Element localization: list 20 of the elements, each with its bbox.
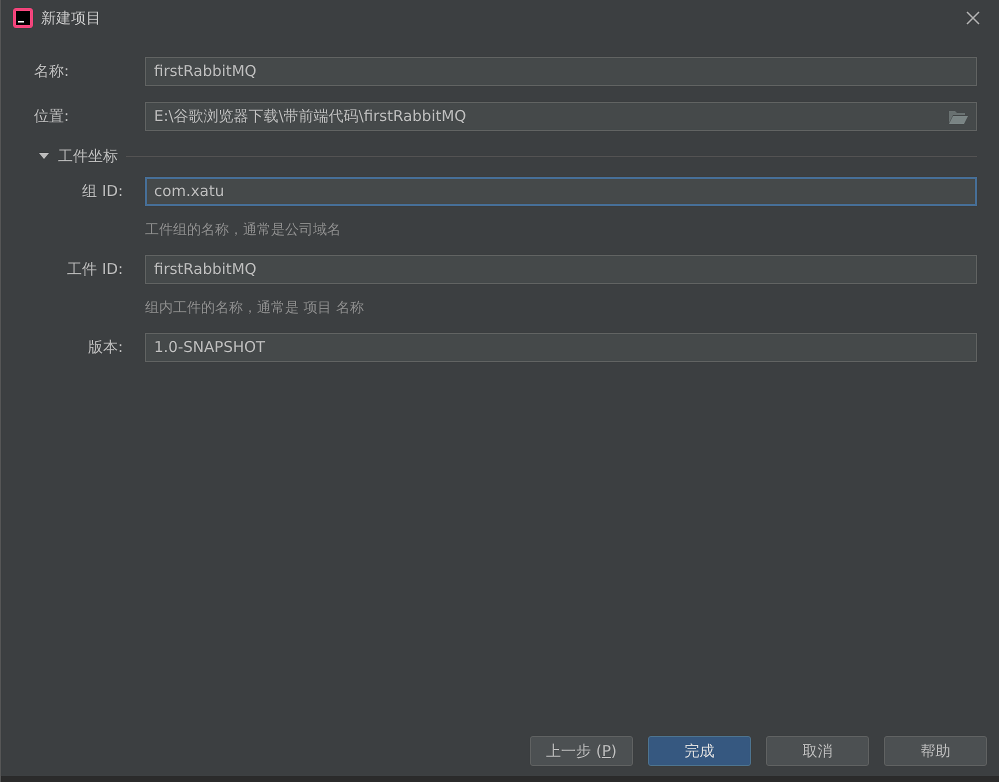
window-title: 新建项目 [41, 8, 101, 29]
text-field[interactable]: firstRabbitMQ [145, 254, 977, 284]
app-logo-icon [13, 8, 33, 28]
field-label: 组 ID: [81, 180, 124, 202]
hint-text: 组内工件的名称，通常是 项目 名称 [145, 298, 364, 318]
caret-icon[interactable] [38, 152, 50, 160]
dialog-button[interactable]: 完成 [648, 736, 751, 766]
text-field[interactable]: E:\谷歌浏览器下载\带前端代码\firstRabbitMQ [145, 102, 977, 131]
dialog-button[interactable]: 上一步 (P) [530, 736, 633, 766]
field-label: 名称: [34, 61, 70, 82]
field-label: 位置: [34, 106, 70, 128]
text-field[interactable]: firstRabbitMQ [145, 57, 977, 86]
dialog-button[interactable]: 取消 [766, 736, 869, 766]
hint-text: 工件组的名称，通常是公司域名 [145, 220, 341, 240]
section-toggle[interactable]: 工件坐标 [38, 145, 118, 168]
dialog-button[interactable]: 帮助 [884, 736, 987, 766]
field-label: 工件 ID: [66, 258, 124, 280]
field-label: 版本: [86, 336, 124, 358]
text-field[interactable]: 1.0-SNAPSHOT [145, 332, 977, 362]
text-field[interactable]: com.xatu [145, 176, 977, 206]
